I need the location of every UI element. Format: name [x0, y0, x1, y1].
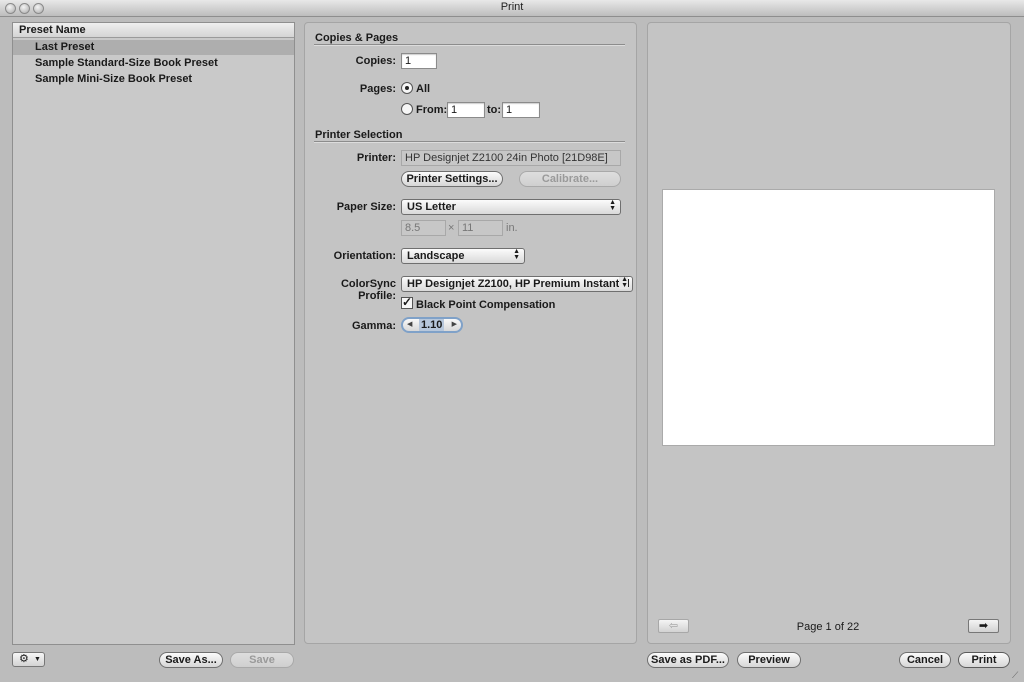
copies-pages-heading: Copies & Pages [315, 32, 399, 44]
preset-item-mini-book[interactable]: Sample Mini-Size Book Preset [13, 72, 294, 87]
orientation-value: Landscape [407, 250, 465, 262]
colorsync-value: HP Designjet Z2100, HP Premium Instant-d [407, 278, 630, 290]
increment-icon[interactable]: ▶ [452, 319, 457, 331]
pages-from-radio[interactable] [401, 103, 413, 115]
printer-label: Printer: [356, 152, 396, 164]
chevron-down-icon: ▼ [34, 656, 41, 663]
select-arrows-icon: ▲ ▼ [513, 248, 520, 261]
right-arrow-icon: ➡ [978, 620, 989, 632]
orientation-label: Orientation: [333, 250, 396, 262]
orientation-select[interactable]: Landscape ▲ ▼ [401, 248, 525, 264]
next-page-button[interactable]: ➡ [968, 619, 999, 633]
section-divider [314, 141, 625, 143]
preset-list[interactable]: Preset Name Last Preset Sample Standard-… [12, 22, 295, 645]
paper-size-label: Paper Size: [336, 201, 396, 213]
pages-from-label: From: [416, 104, 448, 116]
cancel-button[interactable]: Cancel [899, 652, 951, 668]
page-preview [662, 189, 995, 446]
previous-page-button[interactable]: ⇦ [658, 619, 689, 633]
preset-item-standard-book[interactable]: Sample Standard-Size Book Preset [13, 56, 294, 71]
colorsync-profile-select[interactable]: HP Designjet Z2100, HP Premium Instant-d… [401, 276, 633, 292]
page-indicator: Page 1 of 22 [796, 621, 860, 633]
printer-field: HP Designjet Z2100 24in Photo [21D98E] [401, 150, 621, 166]
unit-label: in. [506, 222, 518, 234]
title-bar: Print [0, 0, 1024, 17]
print-button[interactable]: Print [958, 652, 1010, 668]
black-point-compensation-checkbox[interactable]: ✓ [401, 295, 413, 309]
paper-size-select[interactable]: US Letter ▲ ▼ [401, 199, 621, 215]
gamma-label: Gamma: [351, 320, 396, 332]
bpc-label: Black Point Compensation [416, 299, 556, 311]
times-sign: × [448, 222, 455, 234]
pages-all-label: All [416, 83, 431, 95]
action-menu-button[interactable]: ⚙ ▼ [12, 652, 45, 667]
pages-all-radio[interactable] [401, 82, 413, 94]
decrement-icon[interactable]: ◀ [407, 319, 412, 331]
save-as-button[interactable]: Save As... [159, 652, 223, 668]
checkmark-icon: ✓ [402, 295, 413, 309]
left-arrow-icon: ⇦ [668, 620, 679, 632]
printer-settings-button[interactable]: Printer Settings... [401, 171, 503, 187]
calibrate-button[interactable]: Calibrate... [519, 171, 621, 187]
printer-selection-heading: Printer Selection [315, 129, 403, 141]
window-title: Print [500, 1, 524, 13]
pages-label: Pages: [359, 83, 396, 95]
paper-width-field: 8.5 [401, 220, 446, 236]
select-arrows-icon: ▲ ▼ [619, 276, 628, 289]
select-arrows-icon: ▲ ▼ [609, 199, 616, 212]
from-page-field[interactable]: 1 [447, 102, 485, 118]
gamma-stepper[interactable]: ◀ 1.10 ▶ [401, 317, 463, 333]
resize-grip-icon[interactable]: ⟋ [1012, 670, 1022, 680]
copies-label: Copies: [355, 55, 396, 67]
pages-to-label: to: [487, 104, 502, 116]
colorsync-label: ColorSync Profile: [340, 278, 396, 302]
paper-height-field: 11 [458, 220, 503, 236]
preview-button[interactable]: Preview [737, 652, 801, 668]
save-button[interactable]: Save [230, 652, 294, 668]
preset-item-last[interactable]: Last Preset [13, 40, 294, 55]
copies-field[interactable]: 1 [401, 53, 437, 69]
paper-size-value: US Letter [407, 201, 456, 213]
to-page-field[interactable]: 1 [502, 102, 540, 118]
preset-list-header[interactable]: Preset Name [13, 23, 294, 38]
section-divider [314, 44, 625, 46]
gamma-value[interactable]: 1.10 [419, 319, 445, 331]
save-as-pdf-button[interactable]: Save as PDF... [647, 652, 729, 668]
gear-icon: ⚙ [19, 653, 29, 665]
